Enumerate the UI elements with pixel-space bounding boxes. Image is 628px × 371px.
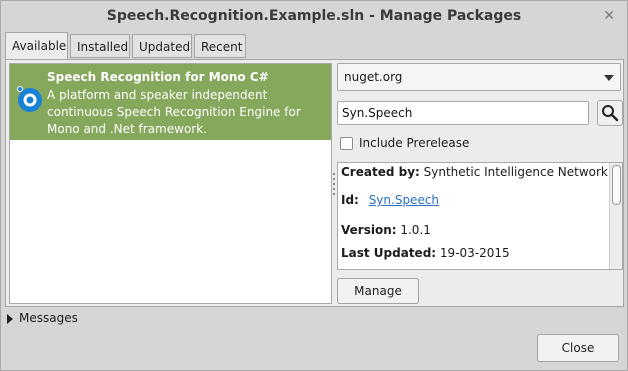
close-button[interactable]: Close: [537, 334, 619, 362]
close-window-icon[interactable]: ✕: [603, 1, 615, 31]
include-prerelease-label: Include Prerelease: [359, 136, 470, 150]
package-title: Speech Recognition for Mono C#: [47, 70, 269, 84]
search-input[interactable]: [337, 101, 589, 125]
tab-installed[interactable]: Installed: [70, 34, 130, 58]
package-list[interactable]: Speech Recognition for Mono C# A platfor…: [9, 63, 332, 304]
package-source-dropdown[interactable]: nuget.org: [337, 63, 621, 91]
detail-version: Version: 1.0.1: [341, 223, 431, 237]
details-scrollbar[interactable]: [609, 163, 622, 269]
id-label: Id:: [341, 193, 359, 207]
scrollbar-thumb[interactable]: [612, 165, 621, 205]
detail-last-updated: Last Updated: 19-03-2015: [341, 246, 510, 260]
messages-label: Messages: [19, 311, 78, 325]
search-button[interactable]: [597, 100, 623, 126]
speech-package-icon: [17, 86, 42, 112]
available-pane: Speech Recognition for Mono C# A platfor…: [5, 59, 624, 307]
detail-id: Id: Syn.Speech: [341, 193, 439, 207]
package-id-link[interactable]: Syn.Speech: [369, 193, 439, 207]
include-prerelease-checkbox[interactable]: [340, 137, 353, 150]
tab-updated[interactable]: Updated: [132, 34, 192, 58]
package-source-value: nuget.org: [344, 70, 403, 84]
search-icon: [602, 105, 619, 122]
expand-arrow-icon: [7, 314, 13, 324]
detail-created-by: Created by: Synthetic Intelligence Netwo…: [341, 165, 608, 179]
list-item[interactable]: Speech Recognition for Mono C# A platfor…: [10, 64, 331, 140]
last-updated-value: 19-03-2015: [439, 246, 510, 260]
manage-packages-window: Speech.Recognition.Example.sln - Manage …: [0, 0, 628, 371]
tab-available[interactable]: Available: [5, 32, 68, 60]
tab-recent[interactable]: Recent: [194, 34, 246, 58]
pane-splitter-handle[interactable]: [333, 170, 336, 200]
last-updated-label: Last Updated:: [341, 246, 437, 260]
manage-button[interactable]: Manage: [337, 278, 419, 304]
titlebar: Speech.Recognition.Example.sln - Manage …: [1, 1, 627, 31]
created-by-value: Synthetic Intelligence Network: [423, 165, 608, 179]
version-label: Version:: [341, 223, 397, 237]
window-title: Speech.Recognition.Example.sln - Manage …: [106, 8, 522, 24]
chevron-down-icon: [604, 75, 614, 81]
created-by-label: Created by:: [341, 165, 420, 179]
package-description: A platform and speaker independent conti…: [47, 88, 301, 136]
package-details-panel: Created by: Synthetic Intelligence Netwo…: [337, 162, 623, 270]
version-value: 1.0.1: [400, 223, 431, 237]
